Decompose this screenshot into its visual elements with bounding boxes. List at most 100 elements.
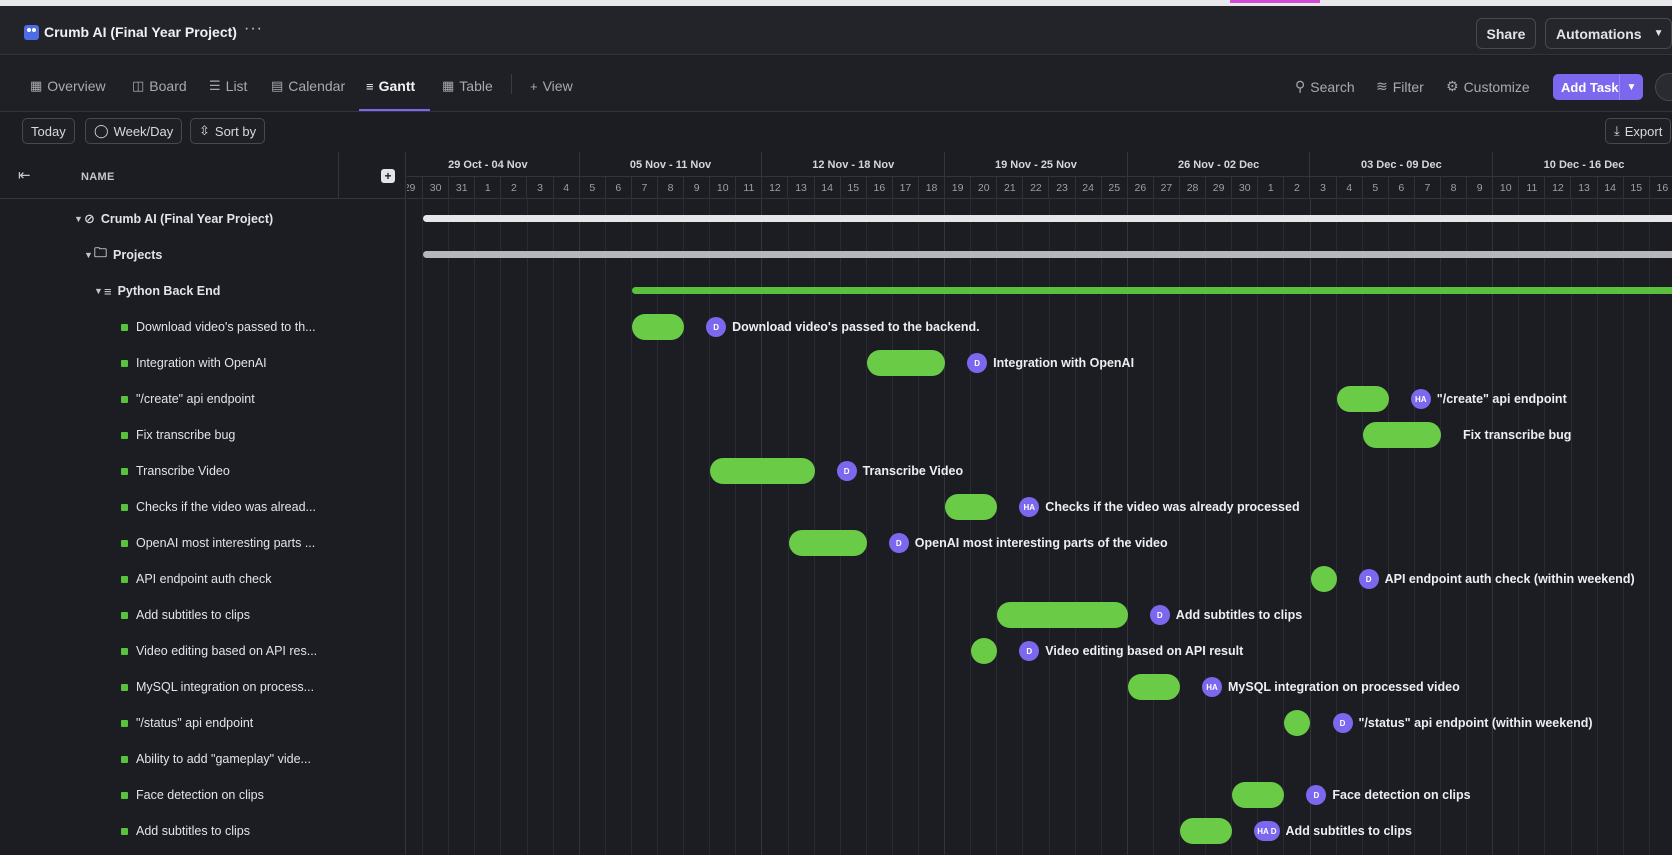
caret-down-icon[interactable]: ▼ (94, 286, 104, 296)
task-bar-label[interactable]: D Video editing based on API result (1019, 640, 1243, 662)
add-column-icon[interactable]: + (381, 169, 395, 183)
task-bar[interactable] (1362, 422, 1441, 448)
list-item-space[interactable]: ▼ ⊘ Crumb AI (Final Year Project) (0, 201, 406, 237)
task-bar-label[interactable]: HA Checks if the video was already proces… (1019, 496, 1300, 518)
task-bar-label[interactable]: HA D Add subtitles to clips (1254, 820, 1412, 842)
assignee-avatar[interactable]: D (836, 461, 857, 481)
assignee-avatar[interactable]: HA D (1254, 821, 1280, 841)
assignee-avatar[interactable]: D (1358, 569, 1379, 589)
task-bar-label[interactable]: D API endpoint auth check (within weekend… (1358, 568, 1635, 590)
assignee-avatar[interactable]: D (1149, 605, 1170, 625)
task-bar-label[interactable]: Fix transcribe bug (1463, 424, 1571, 446)
day-label: 26 (1128, 177, 1154, 199)
task-row[interactable]: OpenAI most interesting parts ... (0, 525, 406, 561)
caret-down-icon[interactable]: ▼ (84, 250, 94, 260)
task-row[interactable]: Download video's passed to th... (0, 309, 406, 345)
gantt-timeline[interactable]: 29 Oct - 04 Nov 05 Nov - 11 Nov 12 Nov - 1… (407, 152, 1672, 855)
list-item-folder[interactable]: ▼ 🗀 Projects (0, 237, 406, 273)
tab-overview[interactable]: ▦ Overview (30, 78, 106, 94)
tab-board[interactable]: ◫ Board (132, 78, 187, 94)
share-button[interactable]: Share (1476, 18, 1536, 49)
summary-bar[interactable] (423, 215, 1672, 222)
assignee-avatar[interactable]: D (888, 533, 909, 553)
task-bar[interactable] (1127, 674, 1180, 700)
search-button[interactable]: ⚲ Search (1295, 78, 1355, 95)
task-bar[interactable] (866, 350, 946, 376)
task-row[interactable]: Face detection on clips (0, 777, 406, 813)
task-row[interactable]: Video editing based on API res... (0, 633, 406, 669)
add-task-button[interactable]: Add Task ▼ (1553, 74, 1643, 100)
task-row[interactable]: Integration with OpenAI (0, 345, 406, 381)
week-label: 10 Dec - 16 Dec (1493, 152, 1672, 177)
task-row[interactable]: Add subtitles to clips (0, 597, 406, 633)
assignee-avatar[interactable]: D (1019, 641, 1040, 661)
chevron-down-icon[interactable]: ▼ (1620, 82, 1643, 93)
tab-calendar[interactable]: ▤ Calendar (271, 78, 345, 94)
task-bar[interactable] (788, 530, 867, 556)
task-bar-label[interactable]: D Face detection on clips (1306, 784, 1471, 806)
customize-button[interactable]: ⚙ Customize (1446, 78, 1530, 95)
tab-table[interactable]: ▦ Table (442, 78, 493, 94)
task-bar-label[interactable]: HA MySQL integration on processed video (1202, 676, 1460, 698)
tab-gantt[interactable]: ≡ Gantt (366, 78, 415, 94)
day-label: 28 (1180, 177, 1207, 199)
column-divider[interactable] (338, 152, 339, 199)
name-header-label[interactable]: NAME (81, 171, 115, 183)
task-bar[interactable] (971, 638, 998, 664)
today-button[interactable]: Today (22, 118, 75, 144)
grid-line (1492, 199, 1494, 855)
task-bar[interactable] (997, 602, 1128, 628)
task-bar[interactable] (1180, 818, 1233, 844)
assignee-avatar[interactable]: HA (1019, 497, 1040, 517)
task-row[interactable]: Transcribe Video (0, 453, 406, 489)
assignee-avatar[interactable]: HA (1202, 677, 1222, 697)
task-row[interactable]: Ability to add "gameplay" vide... (0, 741, 406, 777)
task-bar[interactable] (1336, 386, 1389, 412)
status-square-icon (121, 539, 128, 547)
task-row[interactable]: API endpoint auth check (0, 561, 406, 597)
task-bar[interactable] (710, 458, 815, 484)
zoom-week-day-button[interactable]: ◯ Week/Day (85, 118, 183, 144)
task-list-pane: ⇤ NAME + ▼ ⊘ Crumb AI (Final Year Projec… (0, 152, 406, 855)
assignee-avatar[interactable]: D (1306, 785, 1327, 805)
list-item-list[interactable]: ▼ ≡ Python Back End (0, 273, 406, 309)
assignee-initials: D (1365, 574, 1372, 584)
task-bar[interactable] (631, 314, 685, 340)
assignee-avatar[interactable]: D (967, 353, 988, 373)
automations-button[interactable]: Automations ▼ (1545, 18, 1672, 49)
task-bar-label[interactable]: D Transcribe Video (836, 460, 963, 482)
task-bar-label[interactable]: D Integration with OpenAI (967, 352, 1134, 374)
summary-bar[interactable] (423, 251, 1672, 258)
task-bar-label[interactable]: D Download video's passed to the backend. (706, 316, 980, 338)
workspace-title[interactable]: Crumb AI (Final Year Project) (44, 24, 237, 40)
task-bar[interactable] (1310, 566, 1337, 592)
export-label: Export (1624, 123, 1663, 139)
task-bar[interactable] (1284, 710, 1311, 736)
collapse-sidebar-icon[interactable]: ⇤ (18, 166, 31, 184)
task-row[interactable]: "/status" api endpoint (0, 705, 406, 741)
task-bar-label[interactable]: D OpenAI most interesting parts of the vi… (888, 532, 1168, 554)
task-bar[interactable] (1232, 782, 1285, 808)
sort-by-button[interactable]: ⇳ Sort by (190, 118, 266, 144)
task-bar-label[interactable]: D Add subtitles to clips (1149, 604, 1302, 626)
day-label: 9 (1467, 177, 1494, 199)
chevron-down-icon: ▼ (1653, 28, 1664, 39)
export-button[interactable]: ⤓ Export (1605, 118, 1672, 144)
assignee-avatar[interactable]: HA (1410, 389, 1431, 409)
task-row[interactable]: Checks if the video was alread... (0, 489, 406, 525)
task-bar[interactable] (945, 494, 998, 520)
add-view-button[interactable]: + View (530, 78, 573, 94)
assignee-avatar[interactable]: D (1332, 713, 1353, 733)
caret-down-icon[interactable]: ▼ (74, 214, 84, 224)
more-options-icon[interactable]: ··· (244, 20, 263, 38)
task-bar-label[interactable]: D "/status" api endpoint (within weekend) (1332, 712, 1593, 734)
filter-button[interactable]: ≋ Filter (1376, 78, 1424, 95)
tab-list[interactable]: ☰ List (209, 78, 247, 94)
task-row[interactable]: MySQL integration on process... (0, 669, 406, 705)
task-row[interactable]: "/create" api endpoint (0, 381, 406, 417)
task-row[interactable]: Fix transcribe bug (0, 417, 406, 453)
task-bar-label[interactable]: HA "/create" api endpoint (1410, 388, 1567, 410)
summary-bar[interactable] (631, 287, 1672, 294)
assignee-avatar[interactable]: D (706, 317, 727, 337)
task-row[interactable]: Add subtitles to clips (0, 813, 406, 849)
